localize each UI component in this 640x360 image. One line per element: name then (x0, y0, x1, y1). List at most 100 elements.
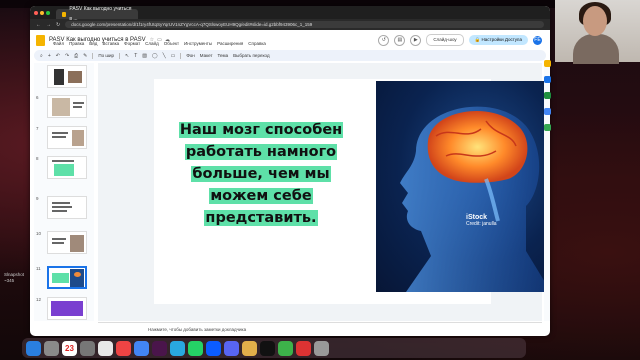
menu-format[interactable]: Формат (124, 41, 140, 46)
reload-icon[interactable]: ↻ (56, 22, 60, 28)
speaker-notes[interactable]: Нажмите, чтобы добавить заметки докладчи… (98, 322, 542, 336)
layout-button[interactable]: Макет (200, 53, 213, 58)
meet-icon[interactable]: ▶ (410, 34, 422, 46)
settings-icon[interactable] (80, 340, 95, 356)
shape-icon[interactable]: ◯ (152, 53, 158, 59)
slide-thumbnail[interactable] (47, 196, 87, 219)
menu-slide[interactable]: Слайд (145, 41, 159, 46)
watermark-credit: Credit: janulla (466, 221, 497, 227)
slides-logo-icon[interactable] (36, 34, 45, 46)
trash-icon[interactable] (314, 340, 329, 356)
slide-thumbnail[interactable] (47, 65, 87, 88)
maps-icon[interactable] (543, 124, 551, 131)
filmstrip-item[interactable]: 9 (34, 196, 94, 222)
filmstrip-item-active[interactable]: 11 (34, 266, 94, 292)
contacts-icon[interactable] (543, 92, 551, 99)
filmstrip-item[interactable] (34, 65, 94, 91)
calendar-day-icon[interactable]: 23 (62, 340, 77, 356)
filmstrip-item[interactable]: 10 (34, 231, 94, 257)
slide-number: 6 (36, 95, 39, 100)
close-window-icon[interactable] (34, 10, 38, 15)
menu-edit[interactable]: Правка (69, 41, 84, 46)
desktop-file-size: ~345 (4, 278, 15, 283)
app-icon[interactable] (296, 340, 311, 356)
filmstrip-item[interactable]: 12 (34, 297, 94, 323)
whatsapp-icon[interactable] (188, 340, 203, 356)
menu-view[interactable]: Вид (89, 41, 97, 46)
url-field[interactable]: docs.google.com/presentation/d/1f1ry4fUt… (65, 21, 544, 28)
zoom-select[interactable]: По шир (98, 53, 114, 58)
menu-insert[interactable]: Вставка (102, 41, 119, 46)
add-slide-icon[interactable]: + (48, 53, 51, 59)
filmstrip-item[interactable]: 6 (34, 95, 94, 121)
avatar[interactable]: FE (533, 35, 542, 45)
menu-extensions[interactable]: Расширения (217, 41, 243, 46)
comment-icon[interactable]: ▭ (171, 53, 176, 59)
share-button[interactable]: 🔒 Настройки Доступа (468, 35, 528, 45)
terminal-icon[interactable] (260, 340, 275, 356)
slide-thumbnail[interactable] (47, 156, 87, 179)
brain-photo[interactable]: iStock Credit: janulla (376, 81, 550, 292)
image-icon[interactable]: ▨ (142, 53, 147, 59)
numbers-icon[interactable] (278, 340, 293, 356)
paint-format-icon[interactable]: ✎ (83, 53, 87, 59)
slideshow-button[interactable]: Слайд-шоу (426, 34, 464, 46)
slide-number: 9 (36, 196, 39, 201)
slide-thumbnail[interactable] (47, 231, 87, 254)
calendar-icon[interactable] (543, 108, 551, 115)
slide-thumbnail[interactable] (47, 95, 87, 118)
slide-number: 8 (36, 156, 39, 161)
launchpad-icon[interactable] (44, 340, 59, 356)
docs-menu-bar: Файл Правка Вид Вставка Формат Слайд Объ… (53, 41, 266, 46)
select-tool-icon[interactable]: ↖ (125, 53, 129, 59)
transition-button[interactable]: Выбрать переход (233, 53, 269, 58)
webcam-overlay (555, 0, 640, 64)
slide-thumbnail[interactable] (47, 297, 87, 320)
current-slide[interactable]: Наш мозг способен работать намного больш… (154, 79, 550, 304)
menu-tools[interactable]: Инструменты (184, 41, 212, 46)
redo-icon[interactable]: ↷ (65, 53, 69, 59)
search-menus-icon[interactable]: ⌕ (40, 53, 43, 59)
macos-dock: 23 (22, 338, 526, 358)
back-icon[interactable]: ← (36, 22, 41, 28)
keep-icon[interactable] (543, 60, 551, 67)
menu-file[interactable]: Файл (53, 41, 64, 46)
menu-object[interactable]: Объект (164, 41, 179, 46)
theme-button[interactable]: Тема (218, 53, 229, 58)
presenter-body (573, 34, 619, 64)
chrome-icon[interactable] (134, 340, 149, 356)
tasks-icon[interactable] (543, 76, 551, 83)
desktop-file-label[interactable]: Slnapshot ~345 (4, 272, 24, 284)
history-icon[interactable]: ↺ (378, 34, 390, 46)
maximize-window-icon[interactable] (46, 10, 50, 15)
finder-icon[interactable] (26, 340, 41, 356)
menu-help[interactable]: Справка (248, 41, 266, 46)
slide-number: 7 (36, 126, 39, 131)
telegram-icon[interactable] (170, 340, 185, 356)
line-icon[interactable]: ╲ (163, 53, 166, 59)
filmstrip-item[interactable]: 8 (34, 156, 94, 182)
slide-thumbnail-active[interactable] (47, 266, 87, 289)
slide-headline[interactable]: Наш мозг способен работать намного больш… (166, 119, 356, 229)
filmstrip-item[interactable]: 7 (34, 126, 94, 152)
undo-icon[interactable]: ↶ (56, 53, 60, 59)
minimize-window-icon[interactable] (40, 10, 44, 15)
notes-icon[interactable] (242, 340, 257, 356)
print-icon[interactable]: ⎙ (74, 53, 78, 59)
textedit-icon[interactable] (98, 340, 113, 356)
app-icon[interactable] (116, 340, 131, 356)
zoom-icon[interactable] (206, 340, 221, 356)
slide-filmstrip[interactable]: 6 7 8 9 10 11 12 (34, 63, 94, 321)
slack-icon[interactable] (152, 340, 167, 356)
share-button-label: Настройки Доступа (481, 37, 522, 42)
slide-thumbnail[interactable] (47, 126, 87, 149)
browser-tab[interactable]: PASV Как выгодно учиться в ... (56, 6, 138, 22)
comments-icon[interactable]: ▤ (394, 34, 406, 46)
docs-header: PASV Как выгодно учиться в PASV ☆ ▭ ☁ Фа… (30, 30, 550, 50)
discord-icon[interactable] (224, 340, 239, 356)
slide-canvas[interactable]: Наш мозг способен работать намного больш… (98, 63, 550, 321)
slide-number: 11 (36, 266, 41, 271)
text-box-icon[interactable]: T (134, 53, 137, 59)
background-button[interactable]: Фон (186, 53, 194, 58)
forward-icon[interactable]: → (46, 22, 51, 28)
